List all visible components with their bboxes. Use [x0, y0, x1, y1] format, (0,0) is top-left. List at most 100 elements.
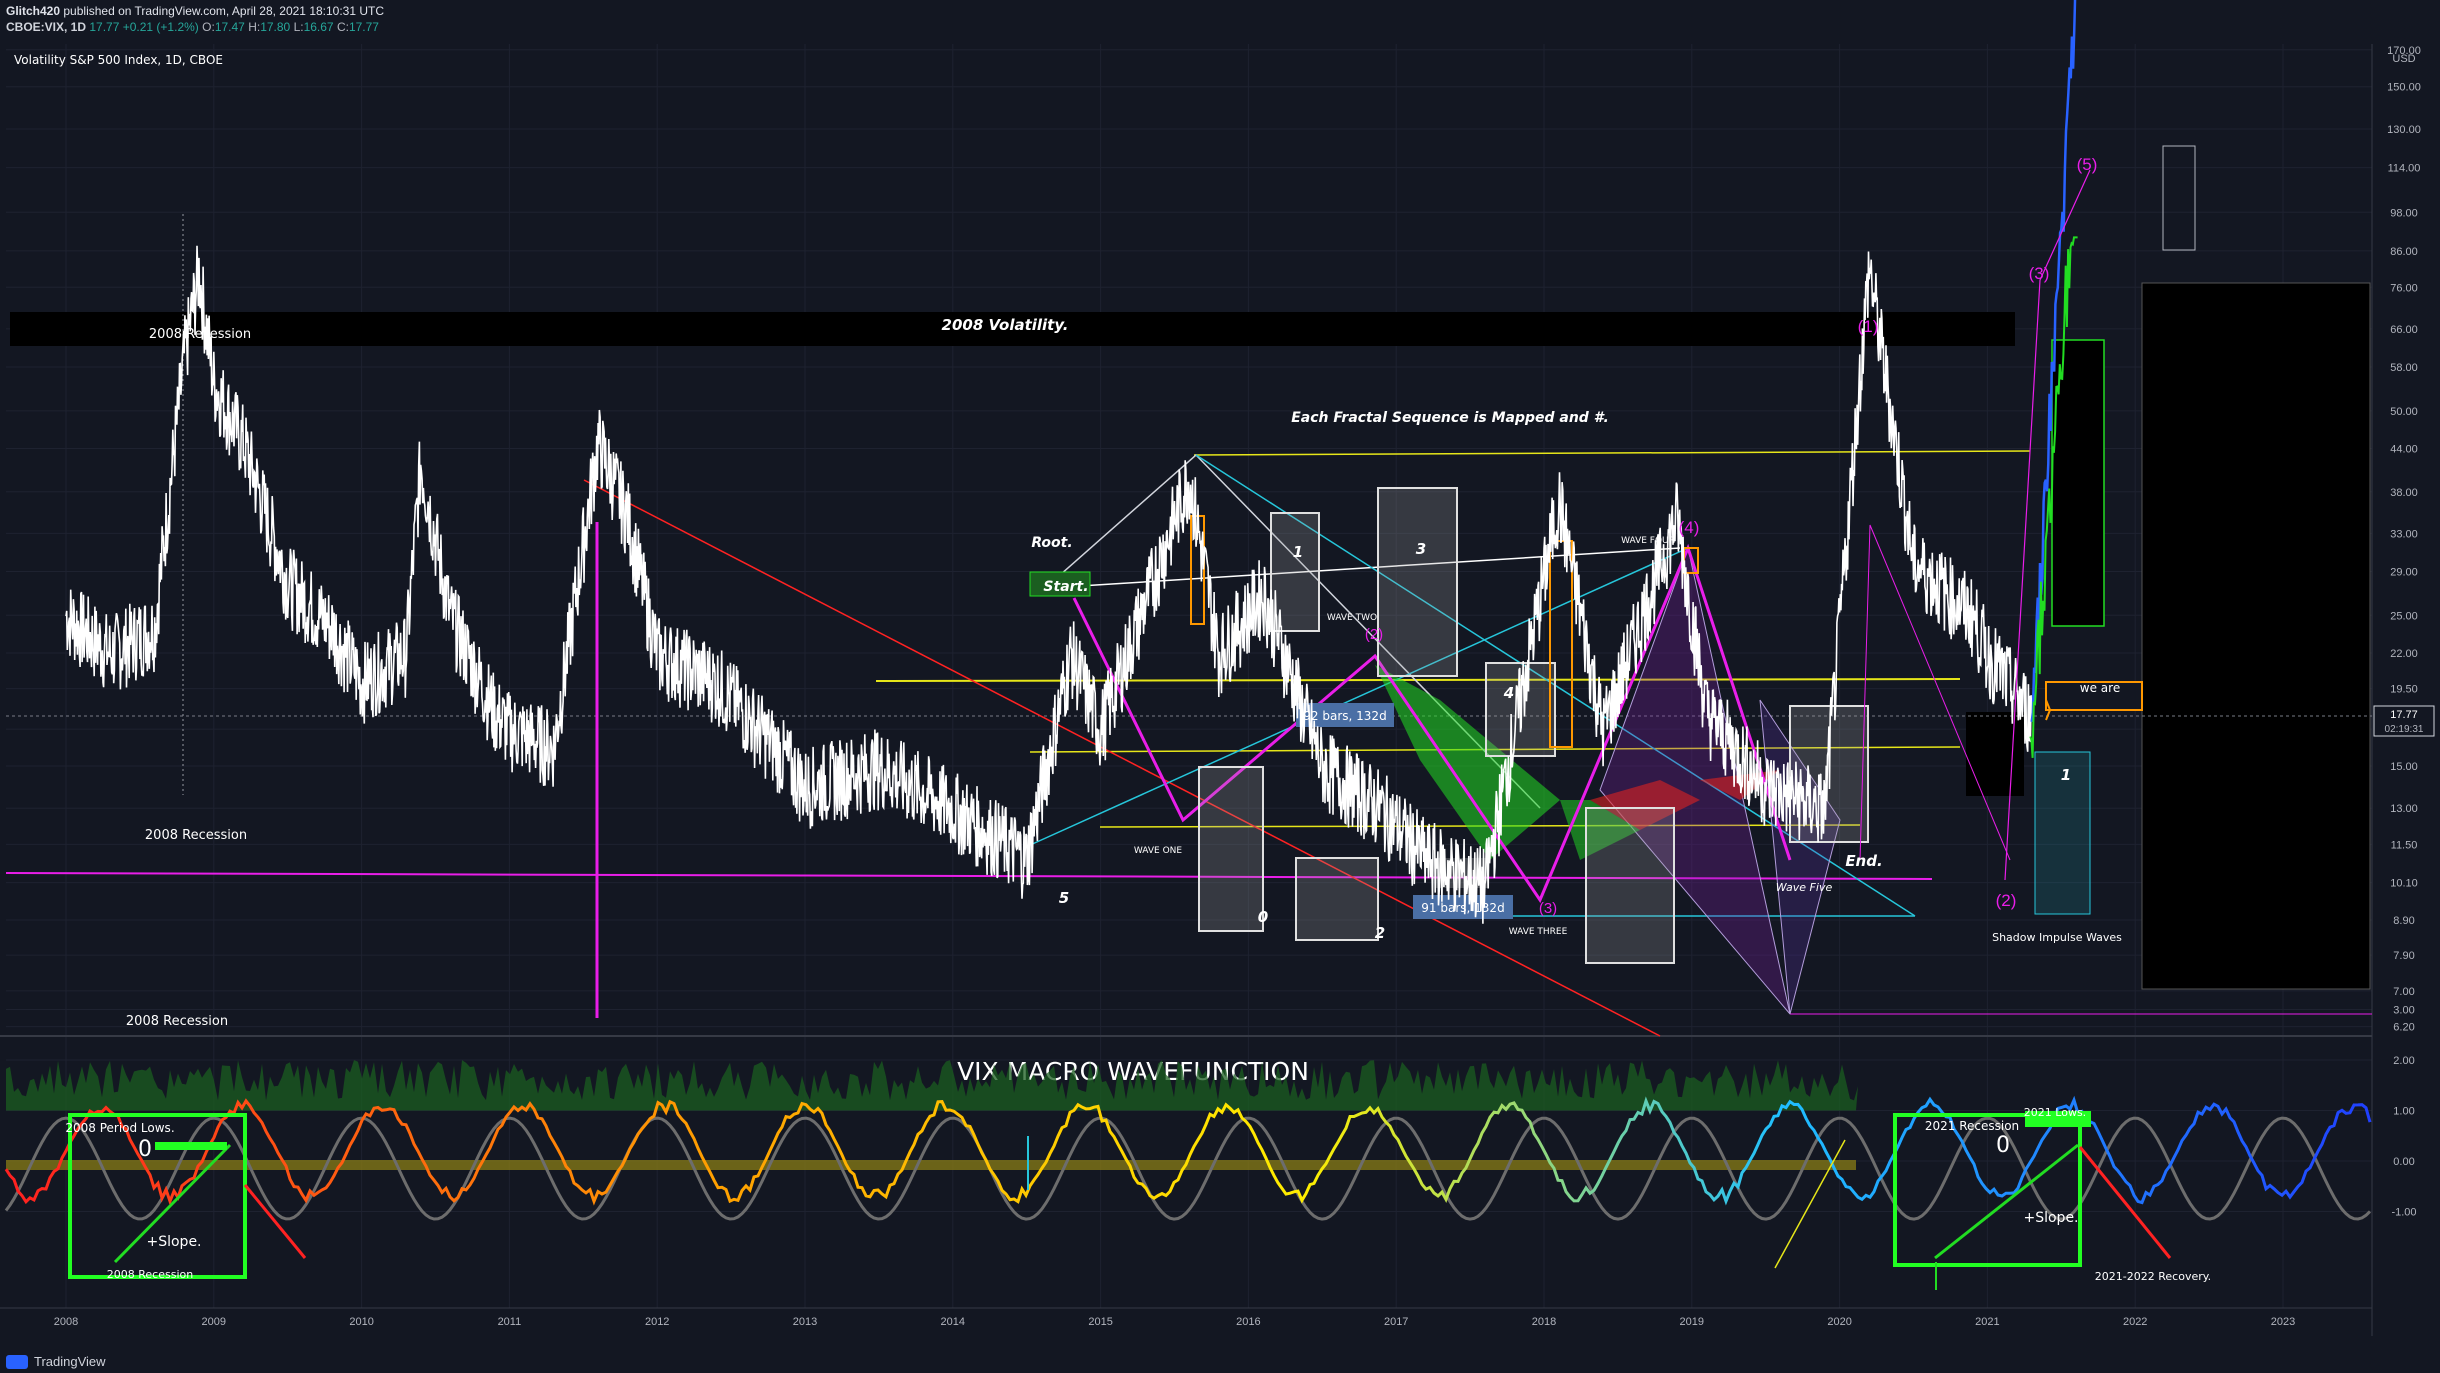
wave-five-label: Wave Five	[1776, 881, 1833, 894]
slope-label-b: +Slope.	[2023, 1210, 2078, 1226]
fractal-box-3[interactable]	[1377, 487, 1458, 677]
price-tick-label: 130.00	[2387, 124, 2421, 136]
price-tick-label: 150.00	[2387, 82, 2421, 94]
slope-label-a: +Slope.	[146, 1234, 201, 1250]
price-tick-label: 76.00	[2390, 282, 2418, 294]
yellow-line-upper[interactable]	[875, 678, 1961, 682]
yellow-line-top[interactable]	[1193, 450, 2031, 456]
recession-2021-label: 2021 Recession	[1925, 1119, 2019, 1133]
chart-canvas[interactable]: Volatility S&P 500 Index, 1D, CBOE 2008 …	[0, 0, 2440, 1373]
time-tick-label: 2019	[1680, 1316, 1704, 1328]
count-5-label: 5	[1059, 889, 1069, 907]
recovery-label: 2021-2022 Recovery.	[2095, 1270, 2211, 1283]
box-4-label: 4	[1503, 684, 1514, 702]
time-tick-label: 2017	[1384, 1316, 1408, 1328]
bars-tag-2-label: 91 bars, 132d	[1421, 901, 1504, 915]
end-label: End.	[1845, 852, 1882, 870]
box-1-label: 1	[1293, 543, 1303, 561]
price-tick-label: 86.00	[2390, 246, 2418, 258]
fractal-box-1[interactable]	[1270, 512, 1320, 632]
price-axis[interactable]: 170.00150.00130.00114.0098.0086.0076.006…	[2387, 45, 2421, 1034]
slope-line-2021[interactable]	[1934, 1143, 2079, 1260]
time-tick-label: 2020	[1827, 1316, 1851, 1328]
lows-bar-2008	[155, 1142, 227, 1150]
recession-osc-label: 2008 Recession	[107, 1268, 193, 1281]
callout-tail	[2045, 709, 2051, 721]
recession-label-top: 2008 Recession	[149, 327, 251, 342]
wave-2-small-label: (2)	[1365, 626, 1383, 643]
shadow-waves-label: Shadow Impulse Waves	[1992, 931, 2122, 944]
price-tick-label: 15.00	[2390, 761, 2418, 773]
time-axis[interactable]: 2008 2009 2010 2011 2012 2013 2014 2015 2016 2017…	[54, 1316, 2295, 1328]
wave-four-label: WAVE FOUR	[1621, 536, 1675, 546]
osc-tick-label: 0.00	[2393, 1156, 2414, 1168]
projection-box[interactable]	[2162, 145, 2196, 251]
wave-3-small-label: (3)	[1539, 900, 1557, 917]
price-tick-label: 11.50	[2391, 839, 2418, 851]
recession-label-low: 2008 Recession	[126, 1014, 228, 1029]
osc-tick-label: 2.00	[2393, 1055, 2414, 1067]
count-2-label: 2	[1375, 924, 1385, 942]
price-tick-label: 10.10	[2390, 878, 2418, 890]
countdown-value: 02:19:31	[2385, 724, 2424, 735]
price-tick-label: 22.00	[2390, 648, 2418, 660]
fractal-box-0[interactable]	[1198, 766, 1264, 932]
count-0-label: 0	[1258, 908, 1268, 926]
time-tick-label: 2023	[2271, 1316, 2295, 1328]
fractal-box-2[interactable]	[1295, 857, 1379, 941]
time-tick-label: 2014	[941, 1316, 965, 1328]
time-tick-label: 2010	[349, 1316, 373, 1328]
fractal-box-wave3[interactable]	[1585, 807, 1675, 964]
time-tick-label: 2012	[645, 1316, 669, 1328]
osc-tick-label: 1.00	[2393, 1106, 2414, 1118]
brand-label[interactable]: TradingView	[34, 1354, 106, 1369]
time-tick-label: 2013	[793, 1316, 817, 1328]
price-tick-label: 33.00	[2390, 528, 2418, 540]
wave-two-label: WAVE TWO	[1327, 613, 1377, 623]
tradingview-logo-icon[interactable]	[6, 1354, 28, 1369]
time-tick-label: 2016	[1236, 1316, 1260, 1328]
time-tick-label: 2022	[2123, 1316, 2147, 1328]
volatility-band-label: 2008 Volatility.	[942, 316, 1069, 334]
recession-label-mid: 2008 Recession	[145, 828, 247, 843]
price-tick-label: 44.00	[2390, 444, 2418, 456]
box-3-label: 3	[1416, 540, 1426, 558]
price-tick-label: 8.90	[2393, 915, 2414, 927]
price-tick-label: 66.00	[2390, 324, 2418, 336]
time-tick-label: 2008	[54, 1316, 78, 1328]
oscillator-axis[interactable]: 3.00 2.00 1.00 0.00 -1.00	[2391, 1005, 2416, 1219]
time-tick-label: 2015	[1088, 1316, 1112, 1328]
wave-three-label: WAVE THREE	[1509, 927, 1568, 937]
price-tick-label: 29.00	[2390, 567, 2418, 579]
decline-arrow-2008[interactable]	[243, 1184, 307, 1259]
zero-label-a: 0	[138, 1137, 152, 1162]
wave-5-label: (5)	[2077, 155, 2098, 174]
wave-4-label: (4)	[1679, 518, 1700, 537]
time-tick-label: 2011	[498, 1316, 522, 1328]
lows-2021-label: 2021 Lows.	[2024, 1106, 2086, 1119]
time-tick-label: 2009	[202, 1316, 226, 1328]
black-panel-right[interactable]	[2141, 282, 2371, 990]
wave-3-label: (3)	[2029, 264, 2050, 283]
fractal-note: Each Fractal Sequence is Mapped and #.	[1291, 410, 1609, 426]
price-tick-label: 19.50	[2390, 684, 2418, 696]
price-tick-label: 50.00	[2390, 406, 2418, 418]
period-lows-label: 2008 Period Lows.	[65, 1121, 174, 1135]
osc-tick-label: -1.00	[2391, 1207, 2416, 1219]
recession-box-2008[interactable]	[68, 1113, 247, 1279]
osc-green-area	[6, 1060, 1858, 1111]
root-label: Root.	[1031, 535, 1072, 551]
decline-arrow-2021[interactable]	[2078, 1146, 2172, 1259]
price-tick-label: 58.00	[2390, 362, 2418, 374]
wave-1-label: (1)	[1858, 317, 1879, 336]
wave-one-label: WAVE ONE	[1134, 846, 1183, 856]
footer: TradingView	[6, 1354, 106, 1369]
currency-label: USD	[2392, 53, 2415, 65]
wave-2-label: (2)	[1996, 891, 2017, 910]
time-tick-label: 2018	[1532, 1316, 1556, 1328]
price-tick-label: 7.90	[2393, 950, 2414, 962]
last-price-tag-value: 17.77	[2390, 709, 2418, 721]
osc-tick-label: 3.00	[2393, 1005, 2414, 1017]
price-tick-label: 25.00	[2390, 610, 2418, 622]
black-panel-small[interactable]	[1966, 712, 2024, 796]
